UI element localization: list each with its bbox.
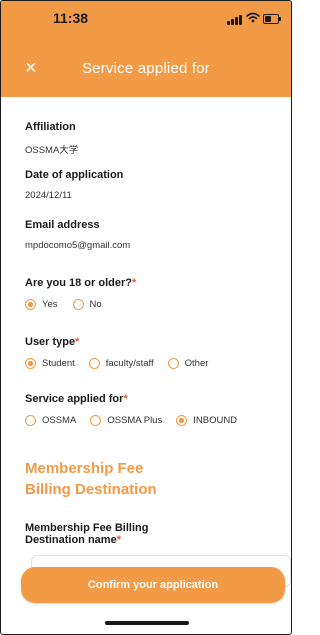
- billing-section-title: Membership Fee Billing Destination: [25, 458, 157, 500]
- battery-icon: [263, 14, 281, 24]
- user-type-faculty-label: faculty/staff: [105, 358, 154, 369]
- service-text: Service applied for: [25, 393, 124, 405]
- age-option-no-label: No: [89, 299, 102, 310]
- app-header: 11:38 × Service applied for: [1, 1, 291, 97]
- billing-name-label-line1: Membership Fee Billing: [25, 522, 149, 534]
- required-asterisk: *: [116, 534, 121, 546]
- confirm-application-button[interactable]: Confirm your application: [21, 567, 285, 603]
- user-type-option-faculty[interactable]: faculty/staff: [88, 358, 154, 369]
- affiliation-value: OSSMA大学: [25, 145, 79, 156]
- age-option-yes-label: Yes: [42, 299, 58, 310]
- age-option-no[interactable]: No: [72, 299, 102, 310]
- radio-unselected-icon[interactable]: [90, 415, 102, 426]
- radio-selected-icon[interactable]: [25, 358, 36, 369]
- home-indicator: [105, 621, 189, 625]
- date-label: Date of application: [25, 169, 124, 181]
- age-question-label: Are you 18 or older?*: [25, 277, 136, 289]
- billing-section-title-line1: Membership Fee: [25, 460, 144, 477]
- email-label: Email address: [25, 219, 100, 231]
- radio-unselected-icon[interactable]: [72, 299, 84, 310]
- radio-unselected-icon[interactable]: [25, 415, 36, 426]
- user-type-options: Student faculty/staff Other: [25, 358, 208, 369]
- user-type-option-other[interactable]: Other: [167, 358, 209, 369]
- user-type-option-student[interactable]: Student: [25, 358, 75, 369]
- radio-selected-icon[interactable]: [176, 415, 188, 426]
- service-inbound-label: INBOUND: [193, 415, 238, 426]
- status-time: 11:38: [53, 10, 89, 26]
- date-value: 2024/12/11: [25, 190, 72, 201]
- billing-section-title-line2: Billing Destination: [25, 481, 157, 498]
- required-asterisk: *: [123, 393, 128, 405]
- age-option-yes[interactable]: Yes: [25, 299, 58, 310]
- billing-name-label: Membership Fee Billing Destination name*: [25, 522, 148, 546]
- service-option-ossma[interactable]: OSSMA: [25, 415, 76, 426]
- page-title: Service applied for: [81, 60, 211, 77]
- age-options: Yes No: [25, 299, 102, 310]
- age-question-text: Are you 18 or older?: [25, 277, 132, 289]
- required-asterisk: *: [131, 277, 137, 289]
- user-type-student-label: Student: [42, 358, 75, 369]
- cellular-signal-icon: [227, 15, 242, 25]
- email-value: mpdocomo5@gmail.com: [25, 240, 131, 251]
- service-options: OSSMA OSSMA Plus INBOUND: [25, 415, 237, 426]
- wifi-icon: [246, 12, 260, 23]
- user-type-other-label: Other: [184, 358, 209, 369]
- service-option-inbound[interactable]: INBOUND: [176, 415, 237, 426]
- radio-unselected-icon[interactable]: [88, 358, 100, 369]
- phone-frame: 11:38 × Service applied for Affiliation …: [0, 0, 292, 635]
- status-bar: 11:38: [1, 1, 291, 41]
- service-option-ossma-plus[interactable]: OSSMA Plus: [90, 415, 162, 426]
- user-type-label: User type*: [25, 336, 79, 348]
- service-ossma-plus-label: OSSMA Plus: [107, 415, 163, 426]
- user-type-text: User type: [25, 336, 76, 348]
- service-ossma-label: OSSMA: [42, 415, 77, 426]
- required-asterisk: *: [75, 336, 80, 348]
- service-label: Service applied for*: [25, 393, 128, 405]
- radio-selected-icon[interactable]: [25, 299, 36, 310]
- affiliation-label: Affiliation: [25, 121, 76, 133]
- billing-name-label-line2: Destination name: [25, 534, 117, 546]
- radio-unselected-icon[interactable]: [167, 358, 179, 369]
